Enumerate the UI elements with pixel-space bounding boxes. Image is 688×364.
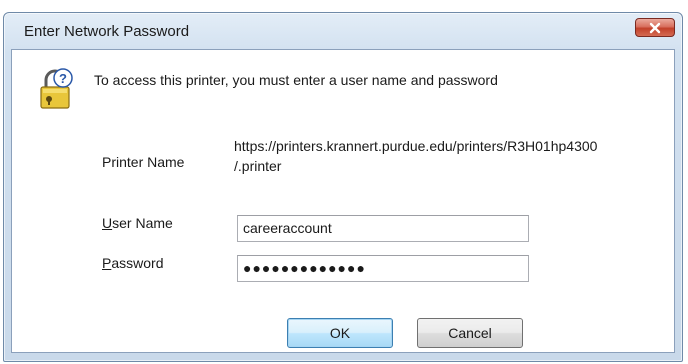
instruction-text: To access this printer, you must enter a… [94, 72, 498, 88]
user-name-input[interactable]: careeraccount [237, 215, 529, 242]
background-strip [0, 0, 688, 12]
svg-text:?: ? [59, 71, 67, 86]
ok-button[interactable]: OK [287, 318, 393, 348]
password-dialog: Enter Network Password ? To access this … [3, 12, 683, 362]
user-name-label-text: ser Name [112, 215, 173, 231]
printer-name-label: Printer Name [102, 154, 185, 170]
printer-url-line1: https://printers.krannert.purdue.edu/pri… [234, 138, 598, 154]
close-button[interactable] [635, 18, 675, 37]
dialog-body: ? To access this printer, you must enter… [11, 49, 675, 353]
title-bar[interactable]: Enter Network Password [4, 13, 682, 49]
printer-url-line2: /.printer [234, 158, 282, 174]
close-icon [649, 22, 661, 33]
user-name-label: User Name [102, 215, 173, 231]
dialog-title: Enter Network Password [24, 23, 190, 40]
lock-question-icon: ? [40, 68, 73, 109]
user-name-accel: U [102, 215, 113, 231]
password-label: Password [102, 255, 163, 271]
password-label-text: assword [111, 255, 164, 271]
printer-name-value: https://printers.krannert.purdue.edu/pri… [234, 136, 674, 176]
password-accel: P [102, 255, 112, 271]
cancel-button[interactable]: Cancel [417, 318, 523, 348]
password-input[interactable]: ●●●●●●●●●●●●● [237, 255, 529, 282]
